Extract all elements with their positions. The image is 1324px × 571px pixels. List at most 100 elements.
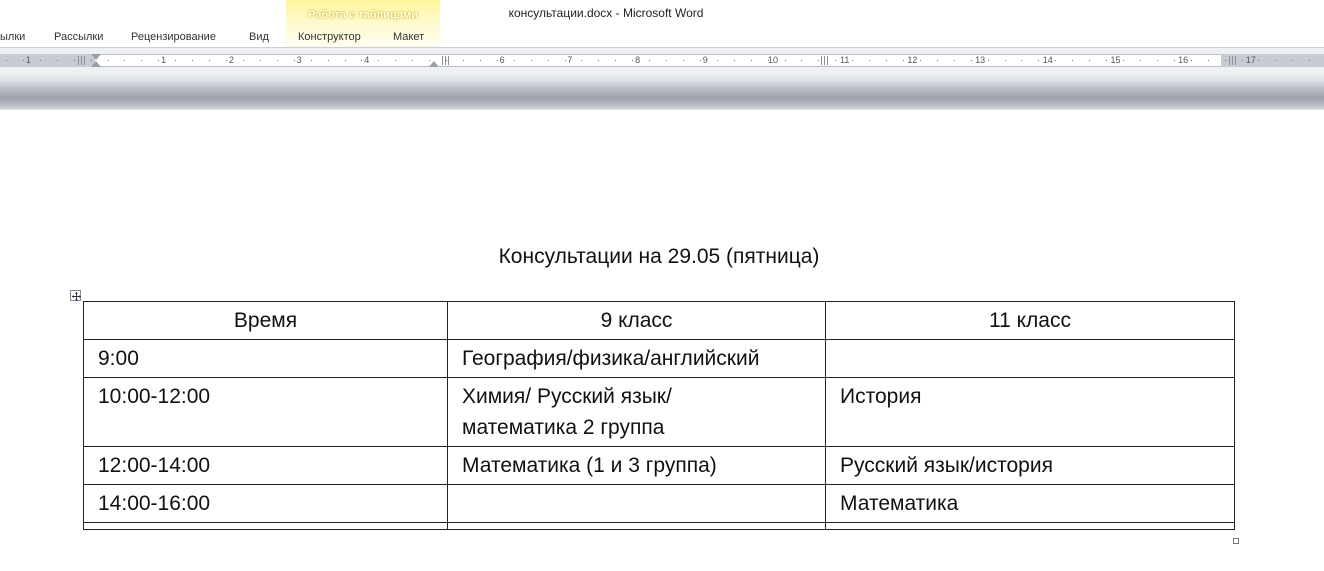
document-page[interactable]: Консультации на 29.05 (пятница) Время 9 … <box>0 110 1324 571</box>
ribbon-tab-bar: Работа с таблицами консультации.docx - M… <box>0 0 1324 48</box>
ruler-tick <box>1208 60 1209 61</box>
ruler-number: 15 <box>1110 55 1121 65</box>
ruler-tick <box>598 60 599 61</box>
tab-design[interactable]: Конструктор <box>298 31 361 43</box>
table-row: 10:00-12:00 Химия/ Русский язык/математи… <box>83 377 1235 447</box>
cell-time[interactable] <box>83 522 448 530</box>
ruler-tick <box>226 60 227 61</box>
ruler-tick <box>260 60 261 61</box>
ruler-tick <box>920 60 921 61</box>
tab-view[interactable]: Вид <box>249 31 269 43</box>
table-row <box>83 522 1235 530</box>
ruler-tick <box>548 60 549 61</box>
column-marker-3[interactable] <box>821 56 830 65</box>
ruler-tick <box>1191 60 1192 61</box>
ruler-tick <box>209 60 210 61</box>
ruler-tick <box>328 60 329 61</box>
ruler-tick <box>192 60 193 61</box>
tab-references[interactable]: ылки <box>0 31 25 43</box>
ruler-tick <box>666 60 667 61</box>
ruler-tick <box>1275 60 1276 61</box>
document-title: Консультации на 29.05 (пятница) <box>498 245 820 268</box>
ruler-tick <box>971 60 972 61</box>
table-move-handle[interactable] <box>70 290 81 301</box>
cell-grade-11[interactable]: Математика <box>825 484 1235 523</box>
ruler-number: 16 <box>1178 55 1189 65</box>
ruler-tick <box>615 60 616 61</box>
cell-time[interactable]: 14:00-16:00 <box>83 484 448 523</box>
cell-time[interactable]: 10:00-12:00 <box>83 377 448 447</box>
ruler-tick <box>801 60 802 61</box>
header-grade-9[interactable]: 9 класс <box>447 301 826 340</box>
ruler-tick <box>361 60 362 61</box>
tab-layout[interactable]: Макет <box>393 31 424 43</box>
ruler-number: 17 <box>1245 55 1256 65</box>
cell-grade-11[interactable] <box>825 522 1235 530</box>
ruler-tick <box>1106 60 1107 61</box>
tab-mailings[interactable]: Рассылки <box>54 31 103 43</box>
ruler-number: 13 <box>975 55 986 65</box>
ruler-tick <box>1242 60 1243 61</box>
ruler-tick <box>1258 60 1259 61</box>
cell-time[interactable]: 9:00 <box>83 339 448 378</box>
ruler-tick <box>869 60 870 61</box>
column-marker-1[interactable] <box>78 56 87 65</box>
schedule-table: Время 9 класс 11 класс 9:00 География/фи… <box>83 301 1235 530</box>
ruler-tick <box>988 60 989 61</box>
cell-grade-11[interactable] <box>825 339 1235 378</box>
ruler-tick <box>294 60 295 61</box>
ruler-tick <box>412 60 413 61</box>
ruler-tick <box>683 60 684 61</box>
cell-grade-11[interactable]: История <box>825 377 1235 447</box>
ruler-tick <box>1292 60 1293 61</box>
ruler-tick <box>954 60 955 61</box>
ruler-tick <box>632 60 633 61</box>
ruler-tick <box>581 60 582 61</box>
ruler-tick <box>700 60 701 61</box>
ruler-tick <box>1038 60 1039 61</box>
ruler-tick <box>1225 60 1226 61</box>
ruler-tick <box>835 60 836 61</box>
ruler-tick <box>124 60 125 61</box>
ruler-tick <box>57 60 58 61</box>
ruler-tick <box>158 60 159 61</box>
table-row: 14:00-16:00 Математика <box>83 484 1235 523</box>
ruler-tick <box>649 60 650 61</box>
table-row: 9:00 География/физика/английский <box>83 339 1235 378</box>
ruler-tick <box>108 60 109 61</box>
header-time[interactable]: Время <box>83 301 448 340</box>
cell-grade-9[interactable]: География/физика/английский <box>447 339 826 378</box>
ruler-tick <box>277 60 278 61</box>
hanging-indent-marker[interactable] <box>91 61 101 67</box>
ruler-tick <box>141 60 142 61</box>
cell-grade-11[interactable]: Русский язык/история <box>825 446 1235 485</box>
cell-grade-9[interactable] <box>447 522 826 530</box>
ruler-tick <box>1021 60 1022 61</box>
header-grade-11[interactable]: 11 класс <box>825 301 1235 340</box>
ruler-tick <box>1157 60 1158 61</box>
ruler-tick <box>1123 60 1124 61</box>
ruler-tick <box>463 60 464 61</box>
ruler-tick <box>903 60 904 61</box>
ruler-tick <box>311 60 312 61</box>
tab-review[interactable]: Рецензирование <box>131 31 216 43</box>
right-indent-marker[interactable] <box>429 61 439 67</box>
cell-grade-9[interactable]: Математика (1 и 3 группа) <box>447 446 826 485</box>
ruler-tick <box>1055 60 1056 61</box>
cell-grade-9[interactable] <box>447 484 826 523</box>
table-resize-handle[interactable] <box>1233 538 1239 544</box>
ruler-tick <box>751 60 752 61</box>
ruler-tick <box>395 60 396 61</box>
column-marker-2[interactable] <box>442 56 451 65</box>
cell-grade-9[interactable]: Химия/ Русский язык/математика 2 группа <box>447 377 826 447</box>
ruler-tick <box>345 60 346 61</box>
ruler-tick <box>937 60 938 61</box>
ruler-tick <box>243 60 244 61</box>
table-row: 12:00-14:00 Математика (1 и 3 группа) Ру… <box>83 446 1235 485</box>
column-marker-4[interactable] <box>1229 56 1238 65</box>
first-line-indent-marker[interactable] <box>91 54 101 60</box>
ruler-tick <box>1089 60 1090 61</box>
ruler-tick <box>1174 60 1175 61</box>
horizontal-ruler[interactable]: 1 1 2 3 4 6 7 8 9 10 11 12 13 14 15 16 17 <box>0 48 1324 74</box>
cell-time[interactable]: 12:00-14:00 <box>83 446 448 485</box>
